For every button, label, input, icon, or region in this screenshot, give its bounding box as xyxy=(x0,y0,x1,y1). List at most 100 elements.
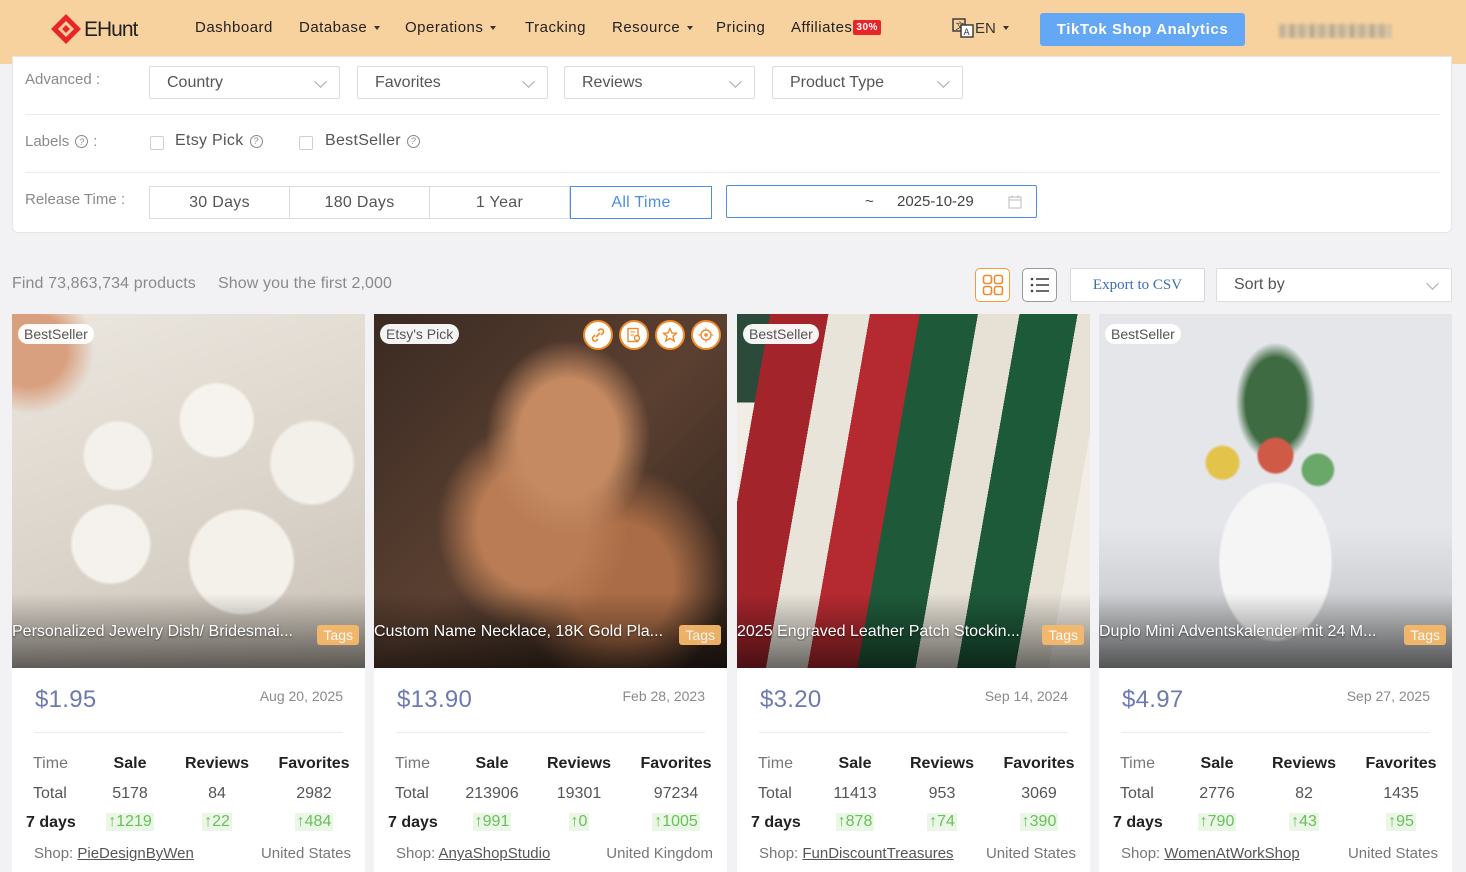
bestseller-option[interactable]: BestSeller? xyxy=(325,132,420,150)
nav-operations[interactable]: Operations xyxy=(405,19,497,36)
product-badge: BestSeller xyxy=(18,324,94,344)
nav-pricing[interactable]: Pricing xyxy=(716,19,765,36)
chevron-down-icon xyxy=(522,75,535,88)
language-selector[interactable]: 文 A EN xyxy=(952,17,1009,39)
target-icon[interactable] xyxy=(691,320,721,350)
stat-header-text: Reviews xyxy=(1271,755,1337,772)
nav-dashboard[interactable]: Dashboard xyxy=(195,19,273,36)
star-icon[interactable] xyxy=(655,320,685,350)
list-view-button[interactable] xyxy=(1022,268,1057,302)
release-all-time[interactable]: All Time xyxy=(570,186,712,219)
stat-value: 3069 xyxy=(1021,785,1057,802)
product-title[interactable]: Duplo Mini Adventskalender mit 24 M... xyxy=(1099,623,1394,641)
growth-chip: ↑1219 xyxy=(106,813,154,831)
favorites-select[interactable]: Favorites xyxy=(357,66,548,99)
option-label: Etsy Pick xyxy=(175,132,244,149)
shop-country: United States xyxy=(260,845,351,862)
product-image[interactable]: BestSeller 2025 Engraved Leather Patch S… xyxy=(737,314,1090,668)
product-title[interactable]: Personalized Jewelry Dish/ Bridesmai... xyxy=(12,623,307,641)
growth-chip: ↑0 xyxy=(568,813,590,831)
tags-button[interactable]: Tags xyxy=(1042,625,1084,645)
release-30-days[interactable]: 30 Days xyxy=(149,186,290,219)
stat-header-text: Favorites xyxy=(1003,755,1075,772)
report-icon[interactable] xyxy=(619,320,649,350)
language-label: EN xyxy=(975,19,996,37)
growth-chip: ↑22 xyxy=(202,813,232,831)
help-icon[interactable]: ? xyxy=(406,134,420,148)
nav-affiliates[interactable]: Affiliates 30% xyxy=(791,19,881,36)
nav-label: Tracking xyxy=(525,19,586,36)
product-title[interactable]: Custom Name Necklace, 18K Gold Pla... xyxy=(374,623,669,641)
stat-value: 11413 xyxy=(833,785,877,802)
product-date: Sep 27, 2025 xyxy=(1346,688,1430,704)
product-title[interactable]: 2025 Engraved Leather Patch Stockin... xyxy=(737,623,1032,641)
nav-database[interactable]: Database xyxy=(299,19,381,36)
growth-chip: ↑390 xyxy=(1019,813,1059,831)
bestseller-checkbox[interactable] xyxy=(299,136,313,150)
product-image[interactable]: BestSeller Duplo Mini Adventskalender mi… xyxy=(1099,314,1452,668)
product-card[interactable]: Etsy's Pick Custom Name Necklace, 18K Go… xyxy=(374,314,727,872)
growth-chip: ↑878 xyxy=(835,813,875,831)
tags-button[interactable]: Tags xyxy=(317,625,359,645)
stat-value: 953 xyxy=(928,785,956,802)
etsy-pick-checkbox[interactable] xyxy=(150,136,164,150)
labels-label: Labels?: xyxy=(25,133,98,150)
nav-resource[interactable]: Resource xyxy=(612,19,694,36)
shop-link[interactable]: FunDiscountTreasures xyxy=(802,845,953,862)
tags-button[interactable]: Tags xyxy=(1404,625,1446,645)
grid-view-button[interactable] xyxy=(975,268,1010,302)
brand-logo[interactable]: EHunt xyxy=(48,12,138,48)
caret-down-icon xyxy=(374,25,381,30)
etsy-pick-option[interactable]: Etsy Pick? xyxy=(175,132,263,150)
release-180-days[interactable]: 180 Days xyxy=(289,186,430,219)
export-csv-button[interactable]: Export to CSV xyxy=(1070,268,1205,302)
release-1-year[interactable]: 1 Year xyxy=(429,186,570,219)
country-select[interactable]: Country xyxy=(149,66,340,99)
stat-header-text: Sale xyxy=(113,755,147,772)
stat-value: 19301 xyxy=(556,785,602,802)
shop-link[interactable]: AnyaShopStudio xyxy=(439,845,551,862)
tags-button[interactable]: Tags xyxy=(679,625,721,645)
translate-icon: 文 A xyxy=(952,18,974,38)
seven-days-label: 7 days xyxy=(26,814,76,831)
divider xyxy=(759,732,1068,733)
total-label: Total xyxy=(33,785,67,802)
nav-tracking[interactable]: Tracking xyxy=(525,19,586,36)
caret-down-icon xyxy=(687,25,694,30)
product-image[interactable]: BestSeller Personalized Jewelry Dish/ Br… xyxy=(12,314,365,668)
product-image[interactable]: Etsy's Pick Custom Name Necklace, 18K Go… xyxy=(374,314,727,668)
nav-label: Database xyxy=(299,19,368,36)
stat-value: 84 xyxy=(208,785,226,802)
help-icon[interactable]: ? xyxy=(75,135,89,148)
stat-header-text: Reviews xyxy=(909,755,975,772)
shop-country: United States xyxy=(985,845,1076,862)
product-card[interactable]: BestSeller Duplo Mini Adventskalender mi… xyxy=(1099,314,1452,872)
total-label: Total xyxy=(395,785,429,802)
brand-name: EHunt xyxy=(84,18,138,41)
date-end[interactable]: 2025-10-29 xyxy=(897,193,974,210)
ehunt-logo-icon xyxy=(51,14,81,44)
reviews-select[interactable]: Reviews xyxy=(564,66,755,99)
help-icon[interactable]: ? xyxy=(249,134,263,148)
caret-down-icon xyxy=(490,25,497,30)
card-actions xyxy=(583,320,721,350)
shop-link[interactable]: PieDesignByWen xyxy=(77,845,193,862)
date-range-picker[interactable]: ~ 2025-10-29 xyxy=(726,185,1037,218)
chevron-down-icon xyxy=(1426,277,1439,290)
product-type-select[interactable]: Product Type xyxy=(772,66,963,99)
user-account[interactable] xyxy=(1279,24,1391,38)
sort-by-select[interactable]: Sort by xyxy=(1216,268,1452,302)
shop-label: Shop: xyxy=(34,845,74,862)
link-icon[interactable] xyxy=(583,320,613,350)
shop-line: Shop: WomenAtWorkShop xyxy=(1121,845,1300,862)
product-card[interactable]: BestSeller 2025 Engraved Leather Patch S… xyxy=(737,314,1090,872)
product-card[interactable]: BestSeller Personalized Jewelry Dish/ Br… xyxy=(12,314,365,872)
select-value: Favorites xyxy=(375,73,441,91)
growth-chip: ↑484 xyxy=(294,813,334,831)
tiktok-shop-analytics-button[interactable]: TikTok Shop Analytics xyxy=(1040,13,1245,46)
release-time-label: Release Time : xyxy=(25,191,126,208)
option-label: BestSeller xyxy=(325,132,401,149)
shop-link[interactable]: WomenAtWorkShop xyxy=(1164,845,1299,862)
nav-label: Resource xyxy=(612,19,681,36)
product-price: $13.90 xyxy=(397,686,473,713)
